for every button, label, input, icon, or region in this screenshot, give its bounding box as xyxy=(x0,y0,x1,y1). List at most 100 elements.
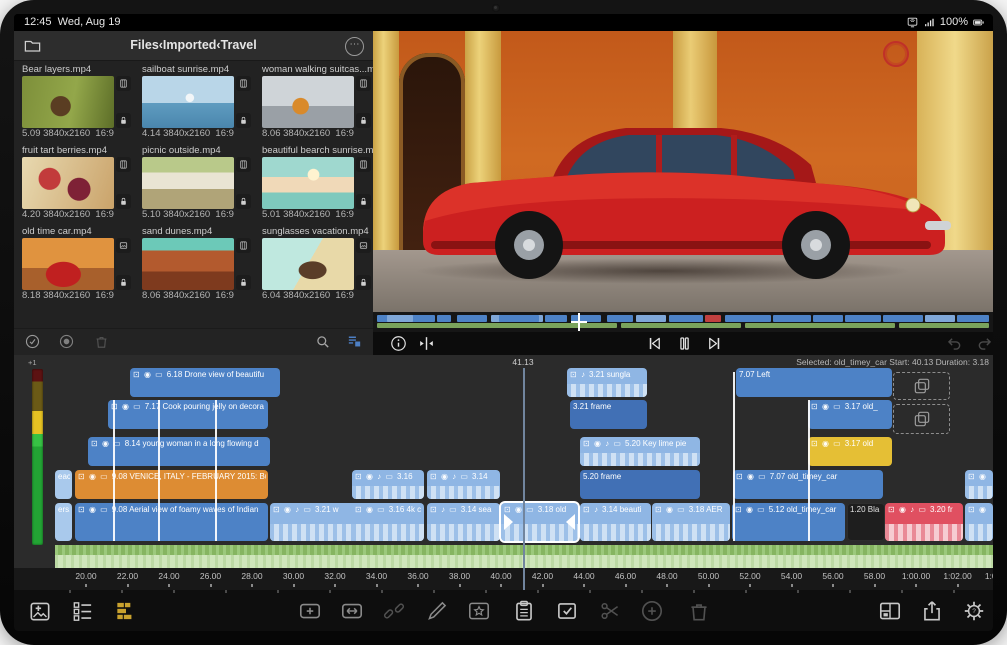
timeline-clip[interactable]: ⊡ ◉ ▭3.16 4k c xyxy=(352,503,424,541)
add-button[interactable] xyxy=(639,598,665,624)
front-camera xyxy=(492,4,500,12)
project-layout-button[interactable] xyxy=(877,598,903,624)
playhead[interactable] xyxy=(523,368,525,590)
settings-button[interactable] xyxy=(961,598,987,624)
clip-fx-icon: ⊡ xyxy=(355,472,363,481)
timeline-clip[interactable]: ⊡ ◉ ▭5.12 old_timey_car xyxy=(732,503,845,541)
timeline-clip[interactable]: ⊡ ◉ ▭7.17 Cook pouring jelly on decora xyxy=(108,400,268,429)
timeline-ruler[interactable]: 20.0022.0024.0026.0028.0030.0032.0034.00… xyxy=(14,568,993,590)
media-item[interactable]: Bear layers.mp45.09 3840x2160 16:9 xyxy=(22,64,134,141)
effects-button[interactable] xyxy=(466,598,492,624)
unlink-button[interactable] xyxy=(381,598,407,624)
media-thumbnail[interactable] xyxy=(142,76,234,128)
media-thumbnail[interactable] xyxy=(22,238,114,290)
media-item[interactable]: sunglasses vacation.mp46.04 3840x2160 16… xyxy=(262,226,374,303)
media-item[interactable]: sand dunes.mp48.06 3840x2160 16:9 xyxy=(142,226,254,303)
media-meta: 8.06 3840x2160 16:9 xyxy=(262,128,374,141)
media-thumbnail[interactable] xyxy=(22,157,114,209)
timeline-clip[interactable]: 7.07 Left xyxy=(736,368,892,397)
media-item[interactable]: old time car.mp48.18 3840x2160 16:9 xyxy=(22,226,134,303)
ruler-time-label: 32.00 xyxy=(324,571,345,581)
library-breadcrumb[interactable]: Files‹Imported‹Travel xyxy=(14,31,373,60)
media-item[interactable]: sailboat sunrise.mp44.14 3840x2160 16:9 xyxy=(142,64,254,141)
undo-button[interactable] xyxy=(945,334,964,353)
scrubber-clip xyxy=(499,315,539,322)
overwrite-clip-button[interactable] xyxy=(339,598,365,624)
view-toggle-icon[interactable] xyxy=(346,333,363,350)
redo-button[interactable] xyxy=(975,334,993,353)
media-thumbnail[interactable] xyxy=(262,157,354,209)
media-thumbnail[interactable] xyxy=(142,157,234,209)
more-options-icon[interactable]: ⋯ xyxy=(345,37,364,56)
skip-back-button[interactable] xyxy=(645,334,664,353)
timeline-clip[interactable]: ⊡ ◉ ♪ ▭3.20 fr xyxy=(885,503,963,541)
paste-target-box[interactable] xyxy=(893,372,950,400)
scrubber-clip xyxy=(437,315,451,322)
clip-fx-icon: ⊡ xyxy=(655,505,663,514)
timeline-clip[interactable]: ⊡ ◉ xyxy=(965,470,993,499)
timeline-clip[interactable]: each xyxy=(55,470,72,499)
select-all-icon[interactable] xyxy=(24,333,41,350)
clip-media-icon: ▭ xyxy=(133,402,142,411)
info-button[interactable] xyxy=(389,334,408,353)
timeline-clip[interactable]: ⊡ ◉ ♪ ▭5.20 Key lime pie xyxy=(580,437,700,466)
edit-pen-button[interactable] xyxy=(424,598,450,624)
pause-button[interactable] xyxy=(675,334,694,353)
timeline-clip[interactable]: ⊡ ♪ ▭3.14 sea xyxy=(427,503,500,541)
search-icon[interactable] xyxy=(314,333,331,350)
clip-media-icon: ▭ xyxy=(377,505,386,514)
media-thumbnail[interactable] xyxy=(142,238,234,290)
timeline-clip[interactable]: ⊡ ◉ ♪ ▭3.16 xyxy=(352,470,424,499)
timeline-clip[interactable]: ⊡ ◉ ▭9.08 VENICE, ITALY - FEBRUARY 2015:… xyxy=(75,470,268,499)
media-item[interactable]: fruit tart berries.mp44.20 3840x2160 16:… xyxy=(22,145,134,222)
waveform xyxy=(567,384,647,397)
filmstrip-icon xyxy=(116,157,131,172)
trim-handle-left[interactable] xyxy=(504,514,513,530)
timeline-clip[interactable]: ⊡ ◉ ▭6.18 Drone view of beautifu xyxy=(130,368,280,397)
media-item[interactable]: picnic outside.mp45.10 3840x2160 16:9 xyxy=(142,145,254,222)
trim-handle-right[interactable] xyxy=(566,514,575,530)
timeline-clip[interactable]: ⊡ ♪3.14 beauti xyxy=(580,503,651,541)
delete-button[interactable] xyxy=(686,598,712,624)
timeline-clip[interactable]: 5.20 frame xyxy=(580,470,700,499)
clip-list-button[interactable] xyxy=(70,598,96,624)
timeline-clip[interactable]: ⊡ ◉ ▭9.08 Aerial view of foamy waves of … xyxy=(75,503,268,541)
timeline-clip-selected[interactable]: ⊡ ◉ ▭3.18 old xyxy=(501,503,578,541)
ruler-time-label: 42.00 xyxy=(532,571,553,581)
video-preview[interactable] xyxy=(373,31,993,312)
timeline-clip[interactable]: ers.m xyxy=(55,503,72,541)
export-button[interactable] xyxy=(919,598,945,624)
record-icon[interactable] xyxy=(58,333,75,350)
media-item[interactable]: beautiful bearch sunrise.mp45.01 3840x21… xyxy=(262,145,374,222)
timeline-clip[interactable]: ⊡ ◉ ♪ ▭3.21 w xyxy=(270,503,360,541)
media-item[interactable]: woman walking suitcas...mp48.06 3840x216… xyxy=(262,64,374,141)
filmstrip-icon xyxy=(356,157,371,172)
add-media-button[interactable] xyxy=(27,598,53,624)
timeline-clip[interactable]: ⊡ ◉ ♪ ▭3.14 xyxy=(427,470,500,499)
timeline-clip[interactable]: 3.21 frame xyxy=(570,400,647,429)
clip-media-icon: ▭ xyxy=(613,439,622,448)
timeline-clip[interactable]: ⊡ ◉ ▭3.18 AER xyxy=(652,503,730,541)
media-thumbnail[interactable] xyxy=(262,76,354,128)
timeline-clip[interactable]: ⊡ ◉ ▭3.17 old xyxy=(808,437,892,466)
split-button[interactable] xyxy=(597,598,623,624)
skip-forward-button[interactable] xyxy=(705,334,724,353)
clipboard-button[interactable] xyxy=(511,598,537,624)
track-options-button[interactable] xyxy=(113,598,139,624)
timeline-marker-line xyxy=(215,400,217,541)
trash-icon[interactable] xyxy=(93,333,110,350)
media-thumbnail[interactable] xyxy=(262,238,354,290)
preview-scrubber[interactable] xyxy=(373,312,993,332)
timeline-clip[interactable]: ⊡ ◉ ▭3.17 old_ xyxy=(808,400,892,429)
timeline-clip[interactable]: ⊡ ♪3.21 sungla xyxy=(567,368,647,397)
ruler-tick xyxy=(168,584,170,587)
paste-target-box[interactable] xyxy=(893,404,950,434)
scrubber-clip xyxy=(705,315,721,322)
timeline-clip[interactable]: ⊡ ◉ ▭8.14 young woman in a long flowing … xyxy=(88,437,270,466)
media-thumbnail[interactable] xyxy=(22,76,114,128)
timeline-clip[interactable]: 1.20 Bla xyxy=(847,503,885,541)
timeline-clip[interactable]: ⊡ ◉ xyxy=(965,503,993,541)
trim-tool-button[interactable] xyxy=(417,334,436,353)
select-button[interactable] xyxy=(554,598,580,624)
insert-clip-button[interactable] xyxy=(297,598,323,624)
